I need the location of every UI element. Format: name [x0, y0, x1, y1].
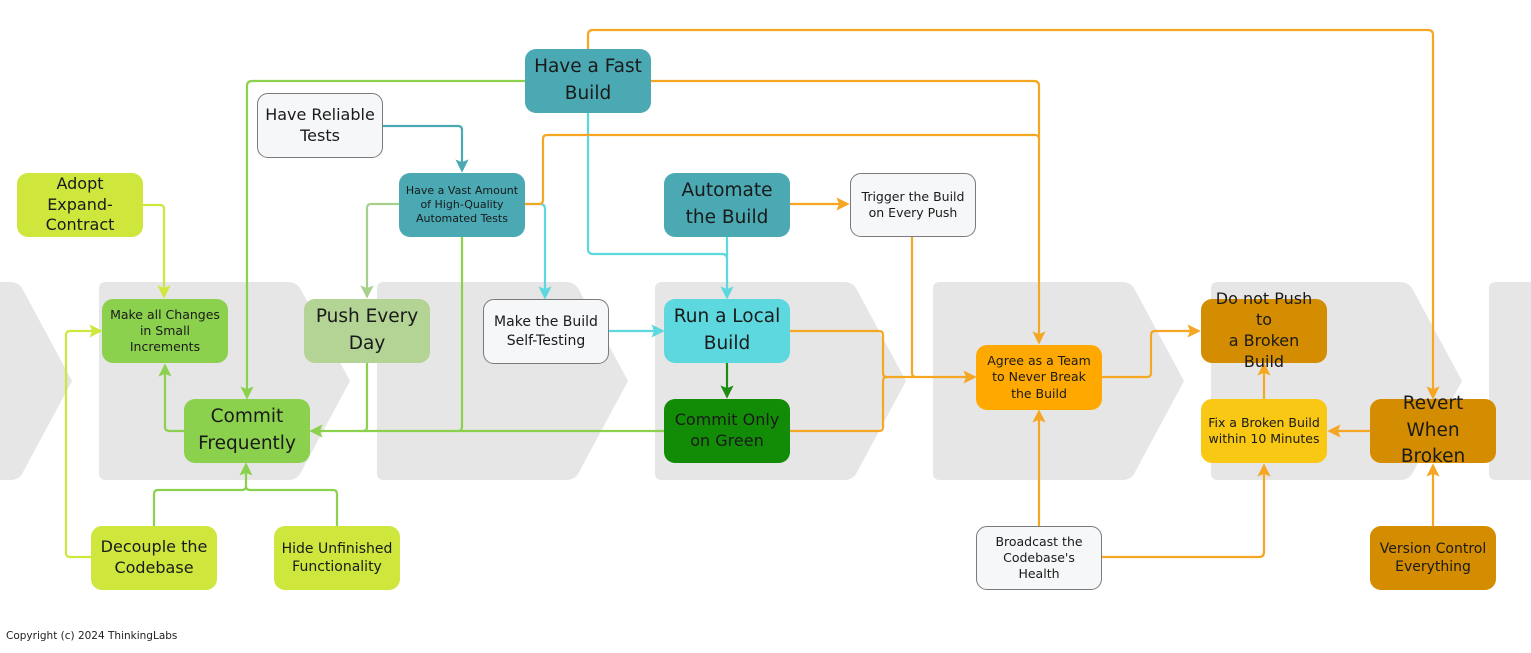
copyright-notice: Copyright (c) 2024 ThinkingLabs: [6, 630, 178, 642]
node-push-every-day[interactable]: Push Every Day: [304, 299, 430, 363]
node-fix-broken-10-min[interactable]: Fix a Broken Build within 10 Minutes: [1201, 399, 1327, 463]
edge-reliable-to-vasttests: [382, 124, 469, 173]
node-vast-automated-tests[interactable]: Have a Vast Amount of High-Quality Autom…: [399, 173, 525, 237]
node-run-local-build[interactable]: Run a Local Build: [664, 299, 790, 363]
node-decouple-codebase[interactable]: Decouple the Codebase: [91, 526, 217, 590]
node-version-control-everything[interactable]: Version Control Everything: [1370, 526, 1496, 590]
node-trigger-build-every-push[interactable]: Trigger the Build on Every Push: [850, 173, 976, 237]
edge-hide-to-commit: [244, 485, 339, 526]
edge-decouple-to-small-changes: [64, 324, 103, 559]
node-make-small-changes[interactable]: Make all Changes in Small Increments: [102, 299, 228, 363]
node-agree-never-break[interactable]: Agree as a Team to Never Break the Build: [976, 345, 1102, 410]
node-commit-frequently[interactable]: Commit Frequently: [184, 399, 310, 463]
node-make-build-self-testing[interactable]: Make the Build Self-Testing: [483, 299, 609, 364]
edge-pushday-to-commit: [362, 362, 369, 433]
node-do-not-push-broken[interactable]: Do not Push to a Broken Build: [1201, 289, 1327, 371]
stage-chevron-0: [0, 282, 72, 480]
node-hide-unfinished[interactable]: Hide Unfinished Functionality: [274, 526, 400, 590]
node-adopt-expand-contract[interactable]: Adopt Expand- Contract: [17, 173, 143, 237]
node-broadcast-health[interactable]: Broadcast the Codebase's Health: [976, 526, 1102, 590]
node-have-reliable-tests[interactable]: Have Reliable Tests: [257, 93, 383, 158]
node-automate-build[interactable]: Automate the Build: [664, 173, 790, 237]
node-revert-when-broken[interactable]: Revert When Broken: [1370, 393, 1496, 467]
node-commit-only-green[interactable]: Commit Only on Green: [664, 399, 790, 463]
node-have-fast-build[interactable]: Have a Fast Build: [525, 49, 651, 113]
